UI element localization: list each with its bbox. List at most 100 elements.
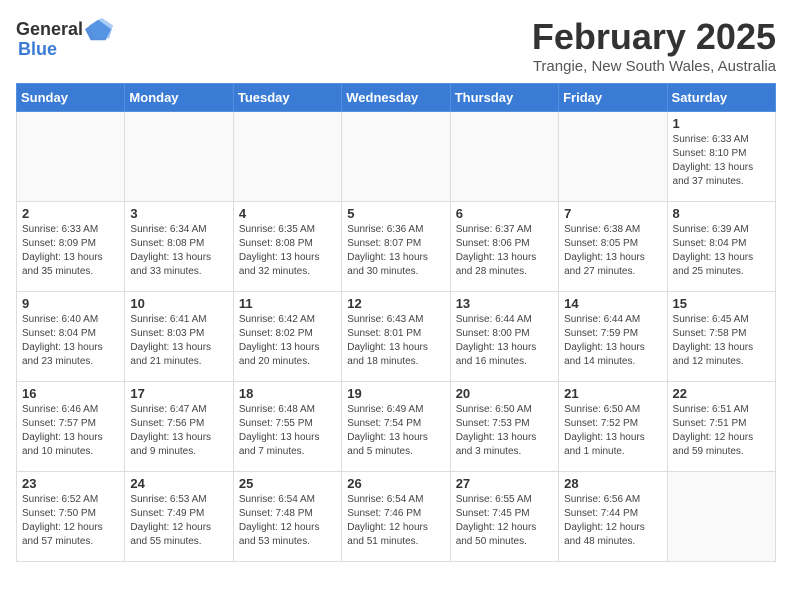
calendar-cell: 3 Sunrise: 6:34 AM Sunset: 8:08 PM Daylig… <box>125 202 233 292</box>
page-header: General Blue February 2025 Trangie, New … <box>16 16 776 75</box>
day-info: Sunrise: 6:39 AM Sunset: 8:04 PM Dayligh… <box>673 223 770 279</box>
logo-blue: Blue <box>18 40 113 60</box>
day-info: Sunrise: 6:43 AM Sunset: 8:01 PM Dayligh… <box>347 313 444 369</box>
day-info: Sunrise: 6:50 AM Sunset: 7:53 PM Dayligh… <box>456 403 553 459</box>
day-number: 8 <box>673 206 770 221</box>
day-number: 2 <box>22 206 119 221</box>
day-number: 21 <box>564 386 661 401</box>
calendar-cell: 5 Sunrise: 6:36 AM Sunset: 8:07 PM Daylig… <box>342 202 450 292</box>
calendar-cell <box>450 112 558 202</box>
calendar-header-row: SundayMondayTuesdayWednesdayThursdayFrid… <box>17 84 776 112</box>
day-info: Sunrise: 6:38 AM Sunset: 8:05 PM Dayligh… <box>564 223 661 279</box>
calendar-cell: 22 Sunrise: 6:51 AM Sunset: 7:51 PM Dayli… <box>667 382 775 472</box>
day-info: Sunrise: 6:33 AM Sunset: 8:09 PM Dayligh… <box>22 223 119 279</box>
day-number: 15 <box>673 296 770 311</box>
day-number: 25 <box>239 476 336 491</box>
calendar-cell: 16 Sunrise: 6:46 AM Sunset: 7:57 PM Dayli… <box>17 382 125 472</box>
day-header-friday: Friday <box>559 84 667 112</box>
calendar-cell <box>342 112 450 202</box>
day-header-monday: Monday <box>125 84 233 112</box>
logo-general: General <box>16 20 83 40</box>
day-info: Sunrise: 6:48 AM Sunset: 7:55 PM Dayligh… <box>239 403 336 459</box>
day-info: Sunrise: 6:46 AM Sunset: 7:57 PM Dayligh… <box>22 403 119 459</box>
calendar-cell <box>667 472 775 562</box>
calendar-cell: 4Sunrise: 6:35 AM Sunset: 8:08 PM Daylig… <box>233 202 341 292</box>
day-info: Sunrise: 6:53 AM Sunset: 7:49 PM Dayligh… <box>130 493 227 549</box>
calendar-cell: 9 Sunrise: 6:40 AM Sunset: 8:04 PM Daylig… <box>17 292 125 382</box>
calendar-cell: 10 Sunrise: 6:41 AM Sunset: 8:03 PM Dayli… <box>125 292 233 382</box>
location-title: Trangie, New South Wales, Australia <box>532 58 776 75</box>
day-info: Sunrise: 6:44 AM Sunset: 8:00 PM Dayligh… <box>456 313 553 369</box>
day-number: 10 <box>130 296 227 311</box>
day-info: Sunrise: 6:34 AM Sunset: 8:08 PM Dayligh… <box>130 223 227 279</box>
day-header-wednesday: Wednesday <box>342 84 450 112</box>
calendar-cell: 25 Sunrise: 6:54 AM Sunset: 7:48 PM Dayli… <box>233 472 341 562</box>
week-row-3: 9 Sunrise: 6:40 AM Sunset: 8:04 PM Daylig… <box>17 292 776 382</box>
day-number: 3 <box>130 206 227 221</box>
day-info: Sunrise: 6:36 AM Sunset: 8:07 PM Dayligh… <box>347 223 444 279</box>
day-info: Sunrise: 6:51 AM Sunset: 7:51 PM Dayligh… <box>673 403 770 459</box>
day-info: Sunrise: 6:56 AM Sunset: 7:44 PM Dayligh… <box>564 493 661 549</box>
day-info: Sunrise: 6:40 AM Sunset: 8:04 PM Dayligh… <box>22 313 119 369</box>
day-info: Sunrise: 6:50 AM Sunset: 7:52 PM Dayligh… <box>564 403 661 459</box>
day-info: Sunrise: 6:52 AM Sunset: 7:50 PM Dayligh… <box>22 493 119 549</box>
calendar-cell: 19Sunrise: 6:49 AM Sunset: 7:54 PM Dayli… <box>342 382 450 472</box>
day-number: 9 <box>22 296 119 311</box>
day-number: 12 <box>347 296 444 311</box>
calendar-cell: 7 Sunrise: 6:38 AM Sunset: 8:05 PM Daylig… <box>559 202 667 292</box>
calendar-cell: 23 Sunrise: 6:52 AM Sunset: 7:50 PM Dayli… <box>17 472 125 562</box>
day-number: 1 <box>673 116 770 131</box>
week-row-2: 2 Sunrise: 6:33 AM Sunset: 8:09 PM Daylig… <box>17 202 776 292</box>
day-info: Sunrise: 6:37 AM Sunset: 8:06 PM Dayligh… <box>456 223 553 279</box>
logo: General Blue <box>16 16 113 60</box>
calendar-cell: 18 Sunrise: 6:48 AM Sunset: 7:55 PM Dayli… <box>233 382 341 472</box>
day-header-tuesday: Tuesday <box>233 84 341 112</box>
day-number: 17 <box>130 386 227 401</box>
month-title: February 2025 <box>532 16 776 58</box>
day-info: Sunrise: 6:44 AM Sunset: 7:59 PM Dayligh… <box>564 313 661 369</box>
day-number: 20 <box>456 386 553 401</box>
day-info: Sunrise: 6:54 AM Sunset: 7:46 PM Dayligh… <box>347 493 444 549</box>
day-number: 5 <box>347 206 444 221</box>
calendar-cell: 28 Sunrise: 6:56 AM Sunset: 7:44 PM Dayli… <box>559 472 667 562</box>
calendar-cell: 17 Sunrise: 6:47 AM Sunset: 7:56 PM Dayli… <box>125 382 233 472</box>
day-info: Sunrise: 6:54 AM Sunset: 7:48 PM Dayligh… <box>239 493 336 549</box>
calendar-cell: 2 Sunrise: 6:33 AM Sunset: 8:09 PM Daylig… <box>17 202 125 292</box>
day-number: 26 <box>347 476 444 491</box>
day-number: 14 <box>564 296 661 311</box>
title-block: February 2025 Trangie, New South Wales, … <box>532 16 776 75</box>
day-number: 22 <box>673 386 770 401</box>
calendar-cell: 15 Sunrise: 6:45 AM Sunset: 7:58 PM Dayli… <box>667 292 775 382</box>
day-header-saturday: Saturday <box>667 84 775 112</box>
week-row-1: 1 Sunrise: 6:33 AM Sunset: 8:10 PM Daylig… <box>17 112 776 202</box>
calendar-cell <box>17 112 125 202</box>
day-number: 7 <box>564 206 661 221</box>
calendar-cell <box>125 112 233 202</box>
calendar-cell: 26 Sunrise: 6:54 AM Sunset: 7:46 PM Dayli… <box>342 472 450 562</box>
day-info: Sunrise: 6:41 AM Sunset: 8:03 PM Dayligh… <box>130 313 227 369</box>
day-number: 16 <box>22 386 119 401</box>
day-number: 18 <box>239 386 336 401</box>
calendar-cell: 20 Sunrise: 6:50 AM Sunset: 7:53 PM Dayli… <box>450 382 558 472</box>
week-row-4: 16 Sunrise: 6:46 AM Sunset: 7:57 PM Dayli… <box>17 382 776 472</box>
day-info: Sunrise: 6:47 AM Sunset: 7:56 PM Dayligh… <box>130 403 227 459</box>
day-number: 27 <box>456 476 553 491</box>
day-number: 28 <box>564 476 661 491</box>
day-info: Sunrise: 6:33 AM Sunset: 8:10 PM Dayligh… <box>673 133 770 189</box>
day-number: 24 <box>130 476 227 491</box>
calendar-cell <box>559 112 667 202</box>
day-info: Sunrise: 6:42 AM Sunset: 8:02 PM Dayligh… <box>239 313 336 369</box>
calendar-cell: 8 Sunrise: 6:39 AM Sunset: 8:04 PM Daylig… <box>667 202 775 292</box>
calendar-cell: 11 Sunrise: 6:42 AM Sunset: 8:02 PM Dayli… <box>233 292 341 382</box>
week-row-5: 23 Sunrise: 6:52 AM Sunset: 7:50 PM Dayli… <box>17 472 776 562</box>
day-number: 13 <box>456 296 553 311</box>
day-header-sunday: Sunday <box>17 84 125 112</box>
calendar-cell: 27Sunrise: 6:55 AM Sunset: 7:45 PM Dayli… <box>450 472 558 562</box>
calendar-cell <box>233 112 341 202</box>
day-number: 23 <box>22 476 119 491</box>
day-info: Sunrise: 6:45 AM Sunset: 7:58 PM Dayligh… <box>673 313 770 369</box>
day-number: 6 <box>456 206 553 221</box>
day-number: 11 <box>239 296 336 311</box>
calendar-table: SundayMondayTuesdayWednesdayThursdayFrid… <box>16 83 776 562</box>
calendar-cell: 24 Sunrise: 6:53 AM Sunset: 7:49 PM Dayli… <box>125 472 233 562</box>
